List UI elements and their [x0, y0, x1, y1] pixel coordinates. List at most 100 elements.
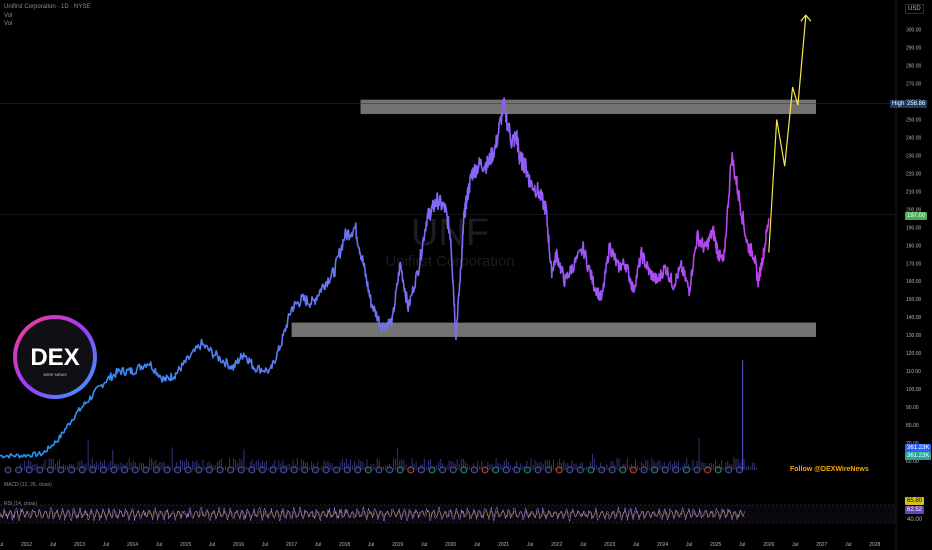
y-tick-label: 270.00 — [906, 82, 922, 88]
volume-bar — [288, 464, 290, 470]
volume-bar — [733, 457, 735, 470]
volume-bar — [181, 460, 183, 470]
x-tick-label: Jul — [633, 542, 639, 548]
volume-bar — [509, 464, 511, 470]
rsi-label[interactable]: RSI (14, close) — [4, 501, 37, 507]
x-tick-label: Jul — [739, 542, 745, 548]
volume-bar — [372, 463, 374, 470]
volume-bar — [339, 462, 341, 470]
y-tick-label: 210.00 — [906, 189, 922, 195]
x-tick-label: 2026 — [763, 542, 774, 548]
volume-bar — [329, 463, 331, 470]
x-tick-label: 2017 — [286, 542, 297, 548]
volume-bar — [266, 460, 267, 470]
y-tick-label: 140.00 — [906, 315, 922, 321]
volume-bar — [456, 459, 458, 470]
event-marker — [110, 466, 118, 474]
x-tick-label: 2016 — [233, 542, 244, 548]
event-marker — [57, 466, 65, 474]
y-tick-label: 120.00 — [906, 351, 922, 357]
event-marker — [311, 466, 319, 474]
volume-bar — [22, 467, 24, 470]
event-marker — [333, 466, 341, 474]
volume-bar — [75, 466, 77, 470]
volume-bar — [747, 465, 749, 470]
event-marker — [142, 466, 150, 474]
volume-bar — [427, 460, 429, 470]
follow-text[interactable]: Follow @DEXWireNews — [790, 466, 869, 473]
volume-bar — [446, 465, 448, 470]
macd-label[interactable]: MACD (12, 26, close) — [4, 482, 52, 488]
volume-bar — [362, 462, 364, 470]
event-marker — [661, 466, 669, 474]
volume-bar — [499, 463, 501, 470]
volume-bar — [97, 464, 99, 470]
y-tick-label: 110.00 — [906, 369, 921, 375]
volume-bar — [530, 458, 532, 470]
volume-bar — [235, 460, 237, 470]
event-marker — [651, 466, 658, 474]
volume-bar — [341, 459, 343, 470]
volume-bar — [753, 462, 755, 470]
volume-bar — [67, 465, 69, 470]
x-tick-label: Jul — [792, 542, 798, 548]
volume-bar — [311, 461, 313, 470]
event-marker — [714, 466, 722, 474]
event-marker — [672, 466, 680, 474]
volume-bar — [596, 465, 598, 470]
x-tick-label: Jul — [262, 542, 268, 548]
volume-bar — [690, 467, 692, 470]
event-marker — [47, 466, 54, 474]
volume-bar — [680, 467, 682, 470]
x-tick-label: 2018 — [339, 542, 350, 548]
volume-bar — [204, 466, 206, 470]
event-marker — [725, 466, 733, 474]
event-marker — [100, 466, 107, 474]
x-tick-label: 2012 — [21, 542, 32, 548]
volume-bar — [501, 465, 503, 470]
volume-bar — [647, 460, 649, 470]
volume-bar — [405, 464, 407, 470]
volume-bar — [698, 438, 700, 470]
volume-bar — [278, 460, 280, 470]
volume-bar — [138, 462, 140, 470]
event-marker — [396, 466, 404, 474]
event-marker — [184, 466, 192, 474]
event-marker — [364, 466, 372, 474]
event-marker — [513, 466, 521, 474]
event-marker — [280, 466, 288, 474]
event-marker — [545, 466, 552, 474]
event-marker — [704, 466, 711, 474]
volume-bar — [77, 461, 79, 470]
volume-bar — [749, 466, 751, 470]
volume-bar — [118, 465, 120, 470]
event-marker — [386, 466, 394, 474]
volume-bar — [563, 460, 565, 470]
volume-bar — [743, 459, 745, 470]
rsi-value-badge: 65.80 — [905, 497, 925, 505]
y-tick-label: 290.00 — [906, 46, 922, 52]
event-marker — [68, 466, 75, 474]
volume-bar — [755, 467, 757, 470]
y-tick-label: 180.00 — [906, 243, 922, 249]
volume-bar — [56, 461, 58, 470]
volume-bar — [425, 467, 427, 470]
x-tick-label: Jul — [209, 542, 215, 548]
volume-bar — [95, 461, 97, 470]
x-tick-label: Jul — [315, 542, 321, 548]
currency-button[interactable]: USD — [905, 4, 924, 14]
volume-bar — [255, 460, 257, 470]
volume-bar — [468, 466, 470, 470]
x-tick-label: 2023 — [604, 542, 615, 548]
volume-bar — [120, 462, 122, 470]
event-marker — [152, 466, 160, 474]
x-tick-label: Jul — [474, 542, 480, 548]
volume-bar — [257, 459, 259, 470]
volume-bar — [214, 465, 216, 470]
volume-bar — [276, 466, 278, 470]
volume-bar — [458, 464, 460, 470]
high-value: 258.86 — [905, 100, 928, 108]
volume-bar — [108, 463, 110, 470]
x-tick-label: Jul — [368, 542, 374, 548]
event-marker — [555, 466, 563, 474]
